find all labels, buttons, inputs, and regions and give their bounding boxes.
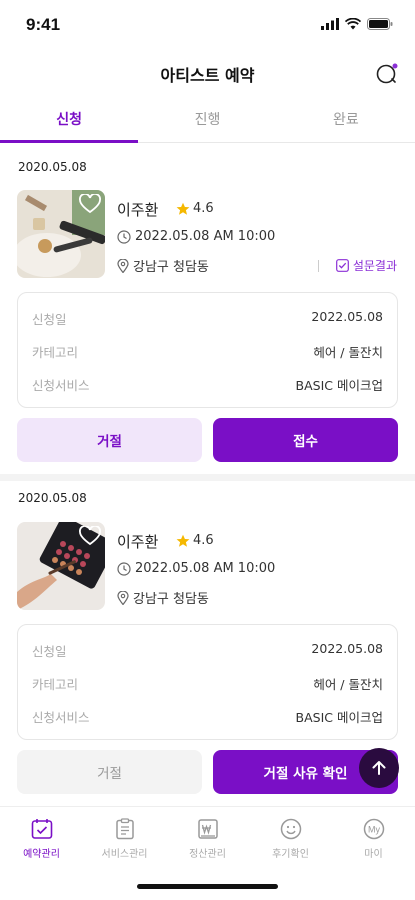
bottom-nav: 예약관리 서비스관리 정산관리 후기확인 My 마이 [0, 806, 415, 868]
arrow-up-icon [372, 761, 386, 775]
reject-button[interactable]: 거절 [17, 750, 202, 794]
artist-thumbnail[interactable] [17, 522, 105, 610]
signal-icon [321, 18, 339, 30]
status-tabs: 신청 진행 완료 [0, 96, 415, 143]
request-date: 2020.05.08 [18, 160, 87, 174]
chat-button[interactable] [373, 60, 401, 88]
nav-label: 마이 [364, 849, 383, 860]
info-row: 신청서비스 BASIC 메이크업 [32, 375, 383, 394]
nav-my[interactable]: My 마이 [332, 807, 415, 868]
survey-result-link[interactable]: 설문결과 [335, 257, 397, 274]
datetime-text: 2022.05.08 AM 10:00 [135, 561, 276, 576]
info-value: BASIC 메이크업 [295, 710, 383, 725]
nav-label: 후기확인 [272, 849, 309, 860]
page-title: 아티스트 예약 [160, 66, 255, 85]
info-key: 카테고리 [32, 677, 79, 692]
smile-icon [280, 818, 301, 840]
request-info-box: 신청일 2022.05.08 카테고리 헤어 / 돌잔치 신청서비스 BASIC… [17, 624, 398, 740]
nav-label: 예약관리 [23, 849, 60, 860]
tab-completed[interactable]: 완료 [277, 96, 415, 142]
info-row: 신청일 2022.05.08 [32, 641, 383, 660]
artist-name: 이주환 [117, 201, 159, 219]
info-value: 헤어 / 돌잔치 [313, 677, 383, 692]
request-location: 강남구 청담동 [117, 256, 209, 275]
request-datetime: 2022.05.08 AM 10:00 [117, 229, 275, 244]
rating-value: 4.6 [193, 533, 214, 548]
info-value: 2022.05.08 [311, 309, 383, 324]
info-value: 헤어 / 돌잔치 [313, 345, 383, 360]
info-key: 신청일 [32, 644, 67, 659]
request-info-box: 신청일 2022.05.08 카테고리 헤어 / 돌잔치 신청서비스 BASIC… [17, 292, 398, 408]
svg-text:My: My [368, 825, 380, 835]
star-icon [176, 202, 190, 215]
star-icon [176, 534, 190, 547]
my-icon: My [363, 818, 384, 840]
info-row: 신청서비스 BASIC 메이크업 [32, 707, 383, 726]
nav-services[interactable]: 서비스관리 [83, 807, 166, 868]
nav-settlement[interactable]: 정산관리 [166, 807, 249, 868]
section-divider [0, 474, 415, 481]
info-key: 신청서비스 [32, 710, 90, 725]
location-pin-icon [117, 590, 129, 605]
heart-icon[interactable] [79, 526, 101, 546]
rating-value: 4.6 [193, 201, 214, 216]
nav-label: 서비스관리 [101, 849, 148, 860]
info-row: 카테고리 헤어 / 돌잔치 [32, 674, 383, 693]
nav-reviews[interactable]: 후기확인 [249, 807, 332, 868]
info-key: 신청서비스 [32, 378, 90, 393]
location-pin-icon [117, 258, 129, 273]
tab-applied[interactable]: 신청 [0, 96, 139, 143]
request-location: 강남구 청담동 [117, 588, 209, 607]
info-key: 신청일 [32, 312, 67, 327]
status-bar: 9:41 [0, 0, 415, 52]
location-text: 강남구 청담동 [133, 260, 209, 275]
heart-icon[interactable] [79, 194, 101, 214]
tab-in-progress[interactable]: 진행 [138, 96, 276, 142]
info-key: 카테고리 [32, 345, 79, 360]
artist-rating: 4.6 [176, 533, 214, 548]
wifi-icon [345, 18, 361, 30]
battery-icon [367, 18, 393, 30]
home-indicator [137, 884, 278, 889]
artist-rating: 4.6 [176, 201, 214, 216]
scroll-top-button[interactable] [359, 748, 399, 788]
nav-label: 정산관리 [189, 849, 226, 860]
nav-reservations[interactable]: 예약관리 [0, 807, 83, 868]
chat-bubble-icon [376, 63, 398, 84]
status-time: 9:41 [26, 15, 61, 34]
calendar-check-icon [31, 819, 52, 839]
reject-button[interactable]: 거절 [17, 418, 202, 462]
clipboard-icon [115, 818, 134, 840]
divider [318, 260, 319, 272]
datetime-text: 2022.05.08 AM 10:00 [135, 229, 276, 244]
clock-icon [117, 229, 131, 244]
survey-result-label: 설문결과 [352, 259, 397, 273]
clock-icon [117, 561, 131, 576]
info-row: 카테고리 헤어 / 돌잔치 [32, 342, 383, 361]
location-text: 강남구 청담동 [133, 592, 209, 607]
won-receipt-icon [197, 819, 218, 839]
info-value: BASIC 메이크업 [295, 378, 383, 393]
request-date: 2020.05.08 [18, 491, 87, 505]
checkbox-icon [335, 259, 349, 272]
header: 아티스트 예약 [0, 52, 415, 96]
info-value: 2022.05.08 [311, 641, 383, 656]
artist-name: 이주환 [117, 533, 159, 551]
info-row: 신청일 2022.05.08 [32, 309, 383, 328]
request-datetime: 2022.05.08 AM 10:00 [117, 561, 275, 576]
status-icons [321, 18, 393, 30]
artist-thumbnail[interactable] [17, 190, 105, 278]
accept-button[interactable]: 접수 [213, 418, 398, 462]
